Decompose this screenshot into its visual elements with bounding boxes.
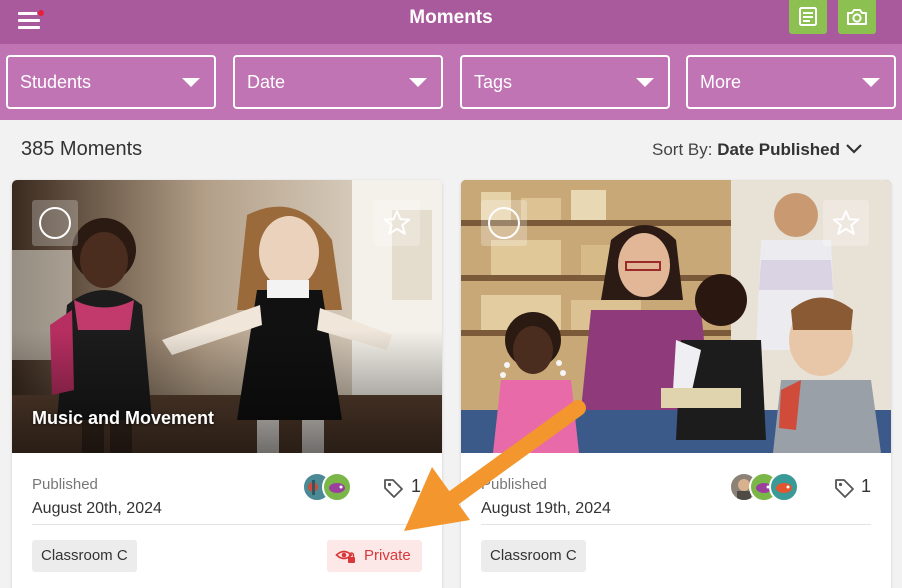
classroom-chip[interactable]: Classroom C — [481, 540, 586, 572]
favorite-button[interactable] — [823, 200, 869, 246]
star-icon — [383, 210, 411, 235]
eye-lock-icon — [335, 550, 355, 563]
select-checkbox[interactable] — [481, 200, 527, 246]
favorite-button[interactable] — [374, 200, 420, 246]
sort-dropdown[interactable]: Sort By: Date Published — [652, 140, 840, 160]
moment-card[interactable]: Published August 19th, 2024 1 Classroom … — [461, 180, 891, 588]
more-filter[interactable]: More — [686, 55, 896, 109]
students-filter[interactable]: Students — [6, 55, 216, 109]
date-filter-label: Date — [247, 72, 286, 92]
divider — [32, 524, 422, 525]
tag-icon — [384, 479, 403, 498]
moment-card[interactable]: Music and Movement Published August 20th… — [12, 180, 442, 588]
chevron-down-icon — [636, 78, 654, 87]
avatar — [769, 472, 799, 502]
tags-filter-label: Tags — [474, 72, 513, 92]
more-filter-label: More — [700, 72, 742, 92]
classroom-chip[interactable]: Classroom C — [32, 540, 137, 572]
moment-caption: Music and Movement — [32, 408, 215, 428]
notes-button[interactable] — [789, 0, 827, 34]
notes-icon — [799, 7, 817, 26]
avatar — [322, 472, 352, 502]
star-icon — [832, 210, 860, 235]
select-checkbox[interactable] — [32, 200, 78, 246]
tag-count: 1 — [411, 476, 422, 496]
app-header: Moments — [0, 0, 902, 44]
students-filter-label: Students — [20, 72, 92, 92]
chevron-down-icon — [862, 78, 880, 87]
private-badge[interactable]: Private — [327, 540, 422, 572]
published-label: Published — [481, 476, 547, 493]
published-date: August 20th, 2024 — [32, 500, 162, 517]
sort-value: Date Published — [717, 140, 841, 159]
chevron-down-icon — [182, 78, 200, 87]
moments-count: 385 Moments — [21, 138, 143, 160]
date-filter[interactable]: Date — [233, 55, 443, 109]
tag-icon — [835, 479, 854, 498]
tag-count: 1 — [861, 476, 872, 496]
sort-prefix: Sort By: — [652, 140, 713, 159]
published-label: Published — [32, 476, 98, 493]
chevron-down-icon — [409, 78, 427, 87]
camera-button[interactable] — [838, 0, 876, 34]
published-date: August 19th, 2024 — [481, 500, 611, 517]
circle-icon — [39, 207, 71, 239]
circle-icon — [488, 207, 520, 239]
tags-filter[interactable]: Tags — [460, 55, 670, 109]
divider — [481, 524, 871, 525]
camera-icon — [847, 9, 867, 25]
privacy-label: Private — [364, 547, 411, 564]
page-title: Moments — [409, 7, 493, 28]
chevron-down-icon[interactable] — [845, 140, 863, 158]
